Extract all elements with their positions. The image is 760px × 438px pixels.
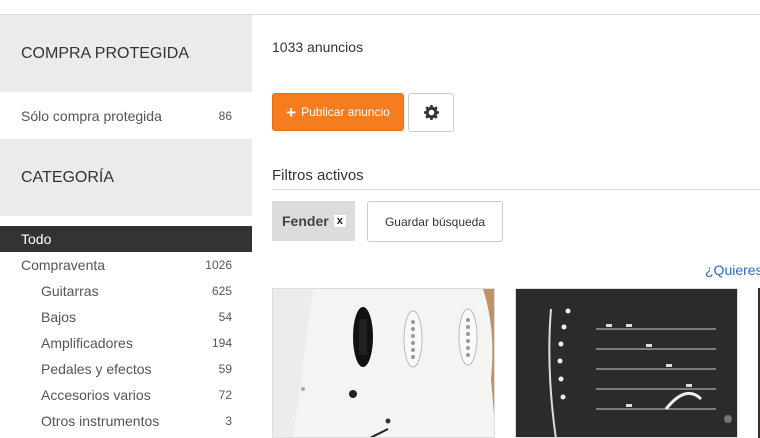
publish-ad-button[interactable]: + Publicar anuncio: [272, 93, 404, 131]
protected-only-label: Sólo compra protegida: [21, 108, 162, 124]
category-count: 3: [225, 414, 232, 428]
active-filters-title: Filtros activos: [272, 167, 364, 184]
category-label: Compraventa: [21, 257, 106, 273]
category-label: Amplificadores: [41, 335, 133, 351]
gear-icon: [423, 105, 439, 120]
category-count: 625: [211, 284, 232, 298]
category-count: 72: [218, 388, 232, 402]
category-item-accesorios[interactable]: Accesorios varios 72: [0, 382, 252, 408]
category-label: Todo: [21, 231, 52, 247]
category-label: Accesorios varios: [41, 387, 151, 403]
category-label: Pedales y efectos: [41, 361, 152, 377]
active-filter-chip: Fender x: [272, 201, 355, 241]
protected-purchase-title: COMPRA PROTEGIDA: [21, 44, 190, 62]
category-label: Bajos: [41, 309, 77, 325]
category-item-bajos[interactable]: Bajos 54: [0, 304, 252, 330]
sidebar: COMPRA PROTEGIDA Sólo compra protegida 8…: [0, 15, 252, 438]
category-count: 54: [218, 310, 232, 324]
category-count: 1026: [205, 258, 232, 272]
listing-image-tuner: [516, 289, 737, 437]
category-label: Guitarras: [41, 283, 99, 299]
protected-only-count: 86: [218, 109, 232, 123]
category-item-pedales[interactable]: Pedales y efectos 59: [0, 356, 252, 382]
save-search-button[interactable]: Guardar búsqueda: [367, 201, 503, 242]
active-filter-label: Fender: [282, 213, 329, 229]
category-label: Otros instrumentos: [41, 413, 160, 429]
category-item-compraventa[interactable]: Compraventa 1026: [0, 252, 252, 278]
category-count: 194: [211, 336, 232, 350]
protected-purchase-header: COMPRA PROTEGIDA: [0, 15, 252, 92]
category-item-todo[interactable]: Todo: [0, 226, 252, 252]
protected-only-filter[interactable]: Sólo compra protegida 86: [0, 100, 252, 132]
settings-button[interactable]: [408, 93, 454, 132]
divider: [272, 189, 760, 190]
top-bar: [0, 0, 760, 15]
main-content: 1033 anuncios + Publicar anuncio Filtros…: [252, 15, 760, 438]
remove-filter-button[interactable]: x: [333, 215, 346, 227]
listing-card-tuner[interactable]: [515, 288, 738, 438]
publish-ad-label: Publicar anuncio: [301, 105, 390, 119]
listing-image-pickguard: [273, 289, 494, 437]
category-item-guitarras[interactable]: Guitarras 625: [0, 278, 252, 304]
listing-card-pickguard[interactable]: [272, 288, 495, 438]
category-count: 59: [218, 362, 232, 376]
plus-icon: +: [286, 102, 297, 122]
category-item-otros[interactable]: Otros instrumentos 3: [0, 408, 252, 434]
question-link[interactable]: ¿Quieres: [705, 262, 760, 278]
result-count: 1033 anuncios: [272, 39, 364, 55]
category-item-amplificadores[interactable]: Amplificadores 194: [0, 330, 252, 356]
category-title: CATEGORÍA: [21, 168, 115, 186]
category-header: CATEGORÍA: [0, 139, 252, 216]
